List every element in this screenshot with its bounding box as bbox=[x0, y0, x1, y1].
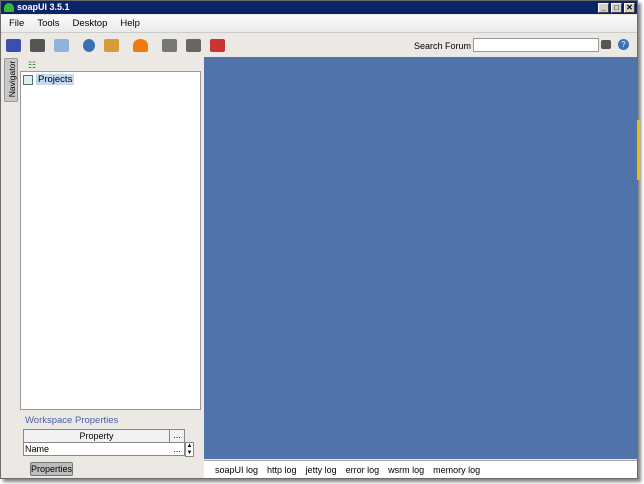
window-title: soapUI 3.5.1 bbox=[17, 2, 70, 12]
table-header: Property ... bbox=[24, 430, 184, 443]
menu-desktop[interactable]: Desktop bbox=[73, 18, 108, 29]
web-icon[interactable] bbox=[133, 38, 148, 52]
preferences-icon[interactable] bbox=[162, 38, 177, 52]
minimize-button[interactable]: _ bbox=[598, 3, 609, 13]
menu-tools[interactable]: Tools bbox=[37, 18, 59, 29]
properties-scrollbar[interactable]: ▲ ▼ bbox=[185, 442, 194, 457]
close-button[interactable]: ✕ bbox=[624, 3, 635, 13]
property-more-button[interactable]: ... bbox=[170, 443, 184, 455]
soapui-logo-icon bbox=[4, 3, 14, 12]
help-icon[interactable]: ? bbox=[618, 39, 629, 50]
tab-soapui-log[interactable]: soapUI log bbox=[215, 465, 258, 475]
property-name: Name bbox=[25, 444, 50, 454]
menu-help[interactable]: Help bbox=[120, 18, 140, 29]
console-icon[interactable] bbox=[186, 38, 201, 52]
table-row[interactable]: Name ... bbox=[24, 443, 184, 455]
tab-wsrm-log[interactable]: wsrm log bbox=[388, 465, 424, 475]
side-edge-marker bbox=[637, 120, 640, 180]
menu-bar: File Tools Desktop Help bbox=[1, 15, 637, 33]
forum-icon[interactable] bbox=[104, 38, 119, 52]
tree-node-projects[interactable]: Projects bbox=[23, 74, 75, 85]
maximize-button[interactable]: □ bbox=[611, 3, 622, 13]
properties-button[interactable]: Properties bbox=[30, 462, 73, 476]
column-more[interactable]: ... bbox=[170, 430, 184, 442]
import-project-icon[interactable] bbox=[30, 38, 45, 52]
tab-memory-log[interactable]: memory log bbox=[433, 465, 480, 475]
desktop-area bbox=[204, 57, 637, 459]
menu-file[interactable]: File bbox=[9, 18, 24, 29]
tree-node-label: Projects bbox=[36, 74, 75, 85]
soapui-window: soapUI 3.5.1 _ □ ✕ File Tools Desktop He… bbox=[0, 0, 638, 479]
exit-icon[interactable] bbox=[210, 38, 225, 52]
search-forum-label: Search Forum bbox=[413, 41, 471, 51]
column-property[interactable]: Property bbox=[24, 430, 170, 442]
list-view-icon[interactable]: ☷ bbox=[28, 60, 36, 71]
tab-http-log[interactable]: http log bbox=[267, 465, 297, 475]
help-icon[interactable] bbox=[83, 38, 95, 52]
workspace-properties-title: Workspace Properties bbox=[25, 415, 119, 426]
log-tabs: soapUI log http log jetty log error log … bbox=[204, 460, 637, 478]
properties-table: Property ... Name ... bbox=[23, 429, 185, 456]
navigator-tab[interactable]: Navigator bbox=[4, 58, 18, 102]
new-project-icon[interactable] bbox=[6, 38, 21, 52]
binoculars-icon[interactable] bbox=[601, 40, 611, 49]
workspace-icon bbox=[23, 74, 33, 85]
title-bar: soapUI 3.5.1 _ □ ✕ bbox=[1, 1, 637, 14]
save-all-icon[interactable] bbox=[54, 38, 69, 52]
tab-error-log[interactable]: error log bbox=[346, 465, 380, 475]
tab-jetty-log[interactable]: jetty log bbox=[306, 465, 337, 475]
navigator-tab-label: Navigator bbox=[7, 60, 17, 98]
project-tree[interactable]: Projects bbox=[20, 71, 201, 410]
search-forum-input[interactable] bbox=[473, 38, 599, 52]
